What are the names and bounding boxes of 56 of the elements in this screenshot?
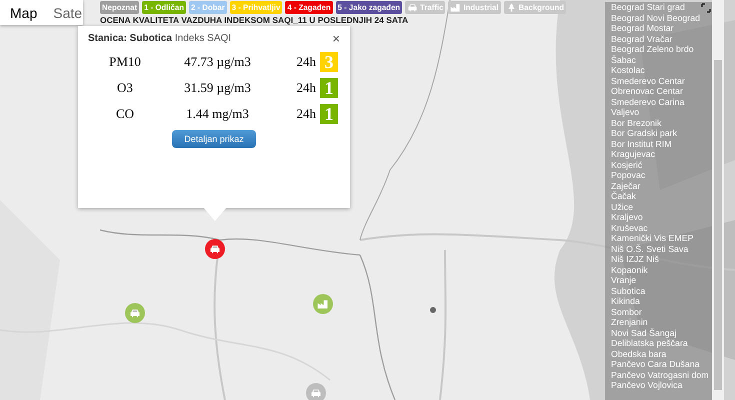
station-link[interactable]: Kraljevo [611,212,712,222]
popup-subtitle: Indeks SAQI [174,33,232,44]
index-badge: 1 [320,78,338,98]
details-button[interactable]: Detaljan prikaz [172,130,256,148]
station-link[interactable]: Užice [611,202,712,212]
station-link[interactable]: Zrenjanin [611,317,712,328]
station-link[interactable]: Pančevo Vojlovica [611,380,712,390]
station-link[interactable]: Kosjerić [611,160,712,170]
station-link[interactable]: Smederevo Carina [611,96,712,107]
station-link[interactable]: Novi Sad Šangaj [611,328,712,338]
station-link[interactable]: Kostolac [611,65,712,76]
station-link[interactable]: Sombor [611,306,712,317]
pollutant-value: 31.59 µg/m3 [183,80,252,96]
station-link[interactable]: Subotica [611,286,712,296]
station-link[interactable]: Obedska bara [611,348,712,359]
station-link[interactable]: Popovac [611,170,712,180]
averaging-period: 24h [296,106,317,122]
station-link[interactable]: Pančevo Vatrogasni dom [611,370,712,380]
station-link[interactable]: Beograd Novi Beograd [611,12,712,23]
station-link[interactable]: Čačak [611,191,712,202]
station-link[interactable]: Kamenički Vis EMEP [611,233,712,244]
station-link[interactable]: Šabac [611,54,712,65]
pollutant-name: CO [114,106,136,122]
index-badge: 1 [320,104,338,124]
station-link[interactable]: Valjevo [611,107,712,118]
station-link[interactable]: Bor Gradski park [611,128,712,138]
station-link[interactable]: Kruševac [611,222,712,233]
station-link[interactable]: Bor Institut RIM [611,138,712,149]
pollutant-value: 47.73 µg/m3 [183,54,252,70]
pollutant-value: 1.44 mg/m3 [185,106,250,122]
station-link[interactable]: Obrenovac Centar [611,86,712,96]
station-link[interactable]: Beograd Vračar [611,34,712,44]
index-badge: 3 [320,52,338,72]
station-link[interactable]: Vranje [611,275,712,286]
popup-title: Stanica: Subotica [88,33,172,44]
station-link[interactable]: Bor Brezonik [611,118,712,128]
station-link[interactable]: Kragujevac [611,149,712,160]
station-link[interactable]: Beograd Zeleno brdo [611,44,712,54]
map-type-tab[interactable]: Map [0,0,48,25]
station-link[interactable]: Zaječar [611,180,712,191]
station-link[interactable]: Beograd Mostar [611,23,712,34]
station-link[interactable]: Kikinda [611,296,712,306]
averaging-period: 24h [296,54,317,70]
station-link[interactable]: Niš O.Š. Sveti Sava [611,244,712,254]
station-link[interactable]: Beograd Stari grad [611,2,712,12]
map-type-tab[interactable]: Sate [47,0,84,25]
station-link[interactable]: Kopaonik [611,264,712,275]
averaging-period: 24h [296,80,317,96]
station-link[interactable]: Deliblatska peščara [611,338,712,348]
close-button[interactable]: × [332,31,340,46]
pollutant-name: PM10 [108,54,142,70]
station-link[interactable]: Smederevo Centar [611,76,712,86]
station-link[interactable]: Niš IZJZ Niš [611,254,712,264]
pollutant-name: O3 [116,80,134,96]
station-link[interactable]: Pančevo Cara Dušana [611,359,712,370]
map-title: OCENA KVALITETA VAZDUHA INDEKSOM SAQI_11 U POSLEDNJIH 24 SATA [100,15,408,25]
